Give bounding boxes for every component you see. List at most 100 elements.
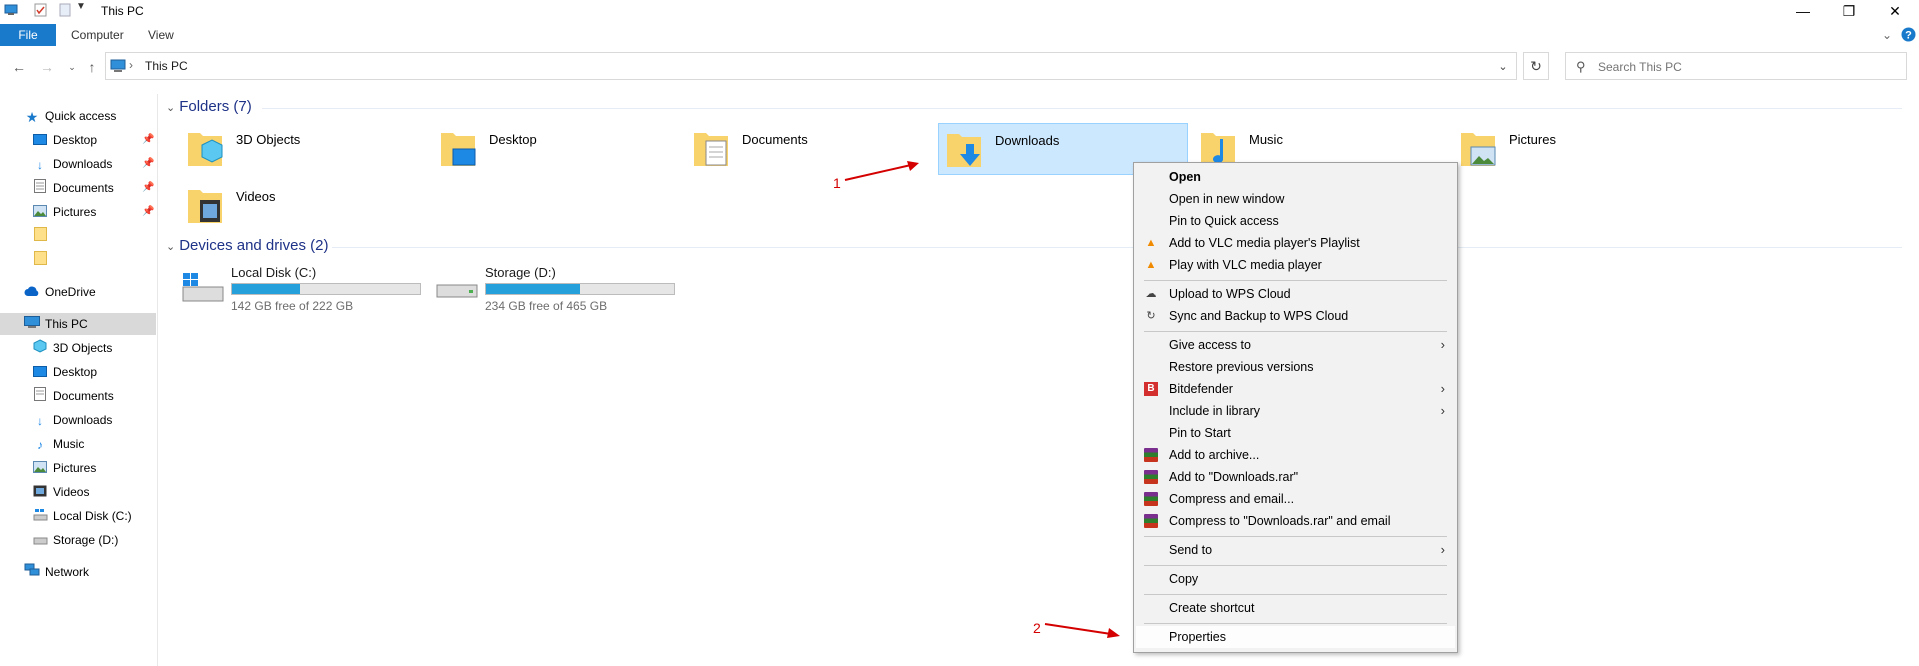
forward-button[interactable]: → <box>36 56 58 78</box>
sidebar-item-pictures[interactable]: Pictures <box>32 457 96 479</box>
menu-item-bitdefender[interactable]: B Bitdefender › <box>1136 378 1455 400</box>
drive-usage-fill <box>232 284 300 294</box>
submenu-arrow-icon: › <box>1440 403 1445 418</box>
windows-drive-icon <box>32 506 48 528</box>
menu-separator <box>1144 623 1447 624</box>
search-input[interactable] <box>1596 56 1900 78</box>
sidebar-item-downloads[interactable]: ↓ Downloads <box>32 153 112 175</box>
menu-item-give-access[interactable]: Give access to › <box>1136 334 1455 356</box>
menu-item-properties[interactable]: Properties <box>1136 626 1455 648</box>
folders-group-header[interactable]: ⌄ Folders (7) <box>166 98 252 115</box>
windows-drive-icon <box>182 273 224 302</box>
menu-item-open-new-window[interactable]: Open in new window <box>1136 188 1455 210</box>
menu-item-send-to[interactable]: Send to › <box>1136 539 1455 561</box>
menu-item-sync-wps[interactable]: ↻ Sync and Backup to WPS Cloud <box>1136 305 1455 327</box>
tab-file[interactable]: File <box>0 24 56 46</box>
menu-item-include-library[interactable]: Include in library › <box>1136 400 1455 422</box>
documents-icon <box>32 386 48 408</box>
sidebar-item-desktop[interactable]: Desktop <box>32 361 97 383</box>
sidebar-item-downloads[interactable]: ↓ Downloads <box>32 409 112 431</box>
minimize-icon[interactable]: — <box>1780 0 1826 22</box>
tab-view[interactable]: View <box>148 24 174 46</box>
customize-toolbar-icon[interactable]: ▼ <box>76 1 86 12</box>
restore-icon[interactable]: ❐ <box>1826 0 1872 22</box>
search-box[interactable]: ⚲ <box>1565 52 1907 80</box>
annotation-2: 2 <box>1033 620 1041 636</box>
menu-item-upload-wps[interactable]: ☁ Upload to WPS Cloud <box>1136 283 1455 305</box>
collapse-chevron-icon[interactable]: ⌄ <box>166 102 175 114</box>
address-bar[interactable]: › This PC ⌄ <box>105 52 1517 80</box>
properties-icon[interactable] <box>34 3 47 20</box>
close-icon[interactable]: ✕ <box>1872 0 1918 22</box>
folder-pictures[interactable]: Pictures <box>1453 123 1703 175</box>
menu-item-add-archive[interactable]: Add to archive... <box>1136 444 1455 466</box>
menu-item-create-shortcut[interactable]: Create shortcut <box>1136 597 1455 619</box>
menu-item-restore-versions[interactable]: Restore previous versions <box>1136 356 1455 378</box>
pin-icon: 📌 <box>142 158 155 169</box>
drive-icon <box>32 530 48 552</box>
videos-folder-icon <box>188 190 222 223</box>
sidebar-item-desktop[interactable]: Desktop <box>32 129 97 151</box>
winrar-icon <box>1144 514 1158 528</box>
submenu-arrow-icon: › <box>1440 542 1445 557</box>
breadcrumb-chevron-icon[interactable]: › <box>129 58 133 72</box>
group-divider <box>332 247 1902 248</box>
menu-item-vlc-play[interactable]: ▲ Play with VLC media player <box>1136 254 1455 276</box>
downloads-icon: ↓ <box>37 413 43 428</box>
menu-separator <box>1144 331 1447 332</box>
menu-item-open[interactable]: Open <box>1136 166 1455 188</box>
folder-desktop[interactable]: Desktop <box>433 123 683 175</box>
network-icon <box>24 562 40 584</box>
drive-local-disk-c[interactable]: Local Disk (C:) 142 GB free of 222 GB <box>181 265 431 315</box>
sidebar-item-documents[interactable]: Documents <box>32 385 114 407</box>
sidebar-item-this-pc[interactable]: This PC <box>0 313 156 335</box>
devices-group-header[interactable]: ⌄ Devices and drives (2) <box>166 237 328 254</box>
sidebar-item-onedrive[interactable]: OneDrive <box>24 281 96 303</box>
sidebar-item-documents[interactable]: Documents <box>32 177 114 199</box>
address-dropdown-icon[interactable]: ⌄ <box>1490 53 1516 79</box>
ribbon-tabs: File Computer View ⌄ ? <box>0 24 1919 46</box>
pictures-folder-icon <box>1461 133 1496 166</box>
menu-item-compress-email[interactable]: Compress and email... <box>1136 488 1455 510</box>
sidebar-item-local-disk[interactable]: Local Disk (C:) <box>32 505 132 527</box>
folder-icon <box>32 250 48 272</box>
svg-text:?: ? <box>1905 30 1912 42</box>
back-button[interactable]: ← <box>8 56 30 78</box>
up-button[interactable]: ↑ <box>81 56 103 78</box>
drive-storage-d[interactable]: Storage (D:) 234 GB free of 465 GB <box>435 265 685 315</box>
breadcrumb-this-pc[interactable]: This PC <box>145 59 188 73</box>
sidebar-item-pictures[interactable]: Pictures <box>32 201 96 223</box>
tab-computer[interactable]: Computer <box>71 24 124 46</box>
annotation-arrow-2 <box>1044 623 1120 638</box>
folder-3d-objects[interactable]: 3D Objects <box>180 123 430 175</box>
refresh-button[interactable]: ↻ <box>1523 52 1549 80</box>
sync-icon: ↻ <box>1146 310 1156 322</box>
collapse-chevron-icon[interactable]: ⌄ <box>166 241 175 253</box>
sidebar-item-3d-objects[interactable]: 3D Objects <box>32 337 112 359</box>
film-icon <box>32 482 48 504</box>
documents-icon <box>32 178 48 200</box>
menu-item-copy[interactable]: Copy <box>1136 568 1455 590</box>
pictures-icon <box>32 458 48 480</box>
sidebar-item-storage[interactable]: Storage (D:) <box>32 529 118 551</box>
menu-item-vlc-playlist[interactable]: ▲ Add to VLC media player's Playlist <box>1136 232 1455 254</box>
menu-item-add-downloads-rar[interactable]: Add to "Downloads.rar" <box>1136 466 1455 488</box>
sidebar-item-folder[interactable] <box>32 225 53 247</box>
menu-item-pin-quick-access[interactable]: Pin to Quick access <box>1136 210 1455 232</box>
new-folder-icon[interactable] <box>59 3 71 20</box>
group-divider <box>262 108 1902 109</box>
annotation-1: 1 <box>833 175 841 191</box>
recent-locations-icon[interactable]: ⌄ <box>61 56 83 78</box>
help-icon[interactable]: ? <box>1901 27 1916 49</box>
winrar-icon <box>1144 492 1158 506</box>
sidebar-item-music[interactable]: ♪ Music <box>32 433 84 455</box>
sidebar-item-folder[interactable] <box>32 249 53 271</box>
folder-videos[interactable]: Videos <box>180 180 430 232</box>
drive-usage-fill <box>486 284 580 294</box>
menu-item-compress-rar-email[interactable]: Compress to "Downloads.rar" and email <box>1136 510 1455 532</box>
menu-item-pin-start[interactable]: Pin to Start <box>1136 422 1455 444</box>
expand-ribbon-icon[interactable]: ⌄ <box>1882 24 1892 46</box>
sidebar-item-network[interactable]: Network <box>24 561 89 583</box>
sidebar-item-quick-access[interactable]: ★ Quick access <box>24 105 117 127</box>
sidebar-item-videos[interactable]: Videos <box>32 481 89 503</box>
